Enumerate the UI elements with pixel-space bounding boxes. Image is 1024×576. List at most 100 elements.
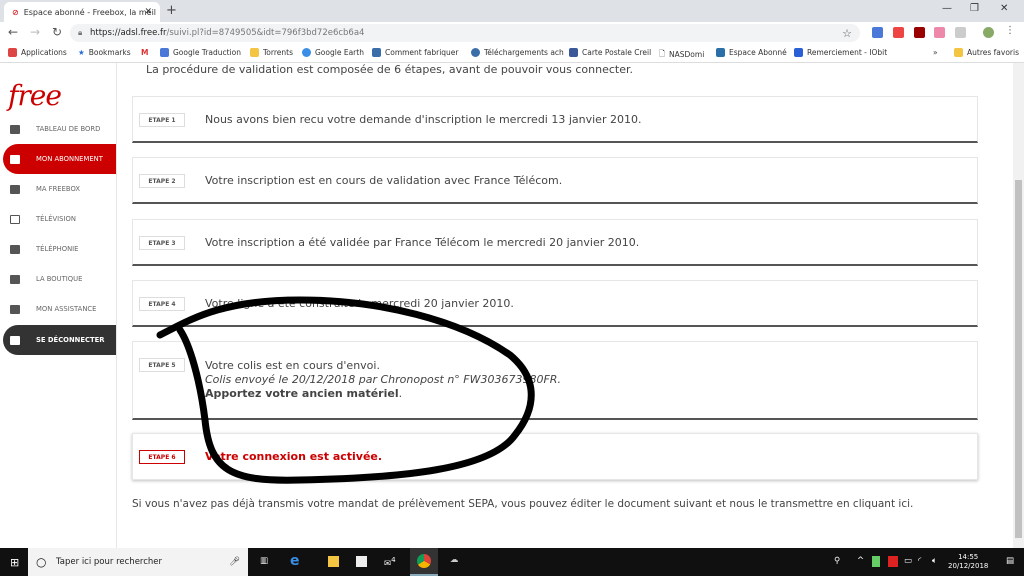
mail-icon[interactable]: ✉4 [384, 555, 396, 569]
bookmark-item[interactable]: Remerciement - IObit [794, 48, 887, 57]
dashboard-icon [10, 124, 20, 134]
sidebar-item-tableau-de-bord[interactable]: TABLEAU DE BORD [3, 114, 116, 144]
taskbar: ⊞ ○ Taper ici pour rechercher 🎤︎ ▥ e ✉4 … [0, 548, 1024, 576]
sidebar-item-mon-abonnement[interactable]: MON ABONNEMENT [3, 144, 116, 174]
apps-icon [8, 48, 17, 57]
sepa-link-text[interactable]: Si vous n'avez pas déjà transmis votre m… [132, 498, 913, 510]
bookmark-item[interactable]: ★ Bookmarks [78, 48, 131, 57]
notifications-icon[interactable]: ▤ [1006, 556, 1014, 566]
bookmark-item[interactable]: Google Earth [302, 48, 364, 57]
extension-icon[interactable] [893, 27, 904, 38]
scrollbar-thumb[interactable] [1015, 180, 1022, 538]
bookmark-item[interactable]: 🗋︎ NASDomi [659, 48, 704, 61]
intro-text: La procédure de validation est composée … [146, 63, 633, 76]
tray-app-icon[interactable] [888, 556, 898, 567]
translate-icon [160, 48, 169, 57]
tray-app-icon[interactable] [872, 556, 880, 567]
sidebar-item-ma-freebox[interactable]: MA FREEBOX [3, 174, 116, 204]
reload-icon[interactable]: ↻ [52, 25, 62, 39]
shipping-detail: Colis envoyé le 20/12/2018 par Chronopos… [205, 373, 561, 386]
step-badge: ETAPE 5 [139, 358, 185, 372]
tray-chevron-icon[interactable]: ^ [857, 556, 864, 566]
people-icon[interactable]: ⚲ [834, 556, 840, 566]
new-tab-button[interactable]: + [166, 3, 177, 18]
chat-icon [10, 304, 20, 314]
store-icon[interactable] [356, 556, 367, 567]
tab-bar: ⊘ Espace abonné - Freebox, la meil ✕ + —… [0, 0, 1024, 22]
avatar[interactable] [983, 27, 994, 38]
page-content: free TABLEAU DE BORD MON ABONNEMENT MA F… [0, 63, 1013, 548]
bookmark-item[interactable]: Applications [8, 48, 67, 57]
bookmark-item[interactable]: M [141, 48, 148, 57]
more-bookmarks-icon[interactable]: » [933, 48, 938, 57]
edge-icon[interactable]: e [290, 553, 300, 569]
app-icon[interactable]: ☁ [450, 555, 459, 565]
sidebar-item-mon-assistance[interactable]: MON ASSISTANCE [3, 294, 116, 324]
step-card: ETAPE 1 Nous avons bien recu votre deman… [132, 96, 978, 143]
microphone-icon[interactable]: 🎤︎ [229, 557, 240, 567]
bookmarks-bar: Applications ★ Bookmarks M Google Traduct… [0, 44, 1024, 63]
file-icon: 🗋︎ [659, 49, 666, 58]
gmail-icon: M [141, 48, 149, 57]
bookmark-item[interactable]: Google Traduction [160, 48, 241, 57]
forward-icon[interactable]: → [30, 25, 40, 39]
volume-icon[interactable]: 🔈︎ [932, 556, 937, 566]
scrollbar[interactable] [1013, 63, 1024, 548]
step-text: Votre inscription est en cours de valida… [205, 174, 563, 187]
bookmark-item[interactable]: Espace Abonné [716, 48, 787, 57]
windows-start-icon[interactable]: ⊞ [10, 556, 19, 569]
sidebar-item-la-boutique[interactable]: LA BOUTIQUE [3, 264, 116, 294]
file-explorer-icon[interactable] [328, 556, 339, 567]
step-card: ETAPE 5 Votre colis est en cours d'envoi… [132, 341, 978, 420]
calendar-extension-icon[interactable] [934, 27, 945, 38]
bookmark-item[interactable]: Torrents [250, 48, 293, 57]
iobit-icon [794, 48, 803, 57]
menu-icon[interactable]: ⋮ [1005, 25, 1015, 36]
translate-extension-icon[interactable] [872, 27, 883, 38]
clock[interactable]: 14:55 20/12/2018 [948, 553, 988, 571]
minimize-icon[interactable]: — [942, 3, 952, 14]
bring-equipment-note: Apportez votre ancien matériel [205, 387, 399, 400]
folder-icon [954, 48, 963, 57]
logout-icon [10, 335, 20, 345]
step-badge: ETAPE 2 [139, 174, 185, 188]
tab-title: Espace abonné - Freebox, la meil [23, 7, 157, 17]
step-badge: ETAPE 4 [139, 297, 185, 311]
network-icon[interactable]: ▭ [904, 556, 912, 566]
sidebar-item-se-deconnecter[interactable]: SE DÉCONNECTER [3, 325, 116, 355]
star-icon: ★ [78, 48, 85, 57]
bookmark-item[interactable]: Carte Postale Creil [569, 48, 651, 57]
chrome-icon[interactable] [410, 548, 438, 576]
close-window-icon[interactable]: ✕ [1000, 3, 1008, 14]
url-input[interactable]: 🔒︎ https://adsl.free.fr/suivi.pl?id=8749… [70, 24, 860, 42]
freebox-icon [10, 184, 20, 194]
step-text: Nous avons bien recu votre demande d'ins… [205, 113, 642, 126]
bookmark-item[interactable]: Téléchargements ach [471, 48, 564, 57]
taskbar-search-input[interactable]: ○ Taper ici pour rechercher 🎤︎ [28, 548, 248, 576]
sidebar-item-telephonie[interactable]: TÉLÉPHONIE [3, 234, 116, 264]
ublock-icon[interactable] [914, 27, 925, 38]
step-text: Votre inscription a été validée par Fran… [205, 236, 640, 249]
phone-icon [10, 244, 20, 254]
star-icon[interactable]: ☆ [842, 27, 852, 40]
step-badge: ETAPE 3 [139, 236, 185, 250]
wifi-icon[interactable]: ◜ [918, 556, 921, 566]
bookmark-item[interactable]: Comment fabriquer [372, 48, 459, 57]
step-badge: ETAPE 6 [139, 450, 185, 464]
task-view-icon[interactable]: ▥ [260, 556, 268, 566]
sidebar-item-television[interactable]: TÉLÉVISION [3, 204, 116, 234]
step-text: Votre ligne a été construite le mercredi… [205, 297, 514, 310]
restore-icon[interactable]: ❐ [970, 3, 979, 14]
step-text: Votre colis est en cours d'envoi. [205, 359, 380, 372]
step-card: ETAPE 2 Votre inscription est en cours d… [132, 157, 978, 204]
lock-icon: 🔒︎ [78, 28, 83, 37]
cart-icon [10, 274, 20, 284]
page-icon [372, 48, 381, 57]
extension-icon[interactable] [955, 27, 966, 38]
other-bookmarks[interactable]: Autres favoris [954, 48, 1019, 57]
eps-icon [716, 48, 725, 57]
close-tab-icon[interactable]: ✕ [144, 7, 152, 17]
tv-icon [10, 214, 20, 224]
back-icon[interactable]: ← [8, 25, 18, 39]
browser-tab[interactable]: ⊘ Espace abonné - Freebox, la meil ✕ [4, 2, 160, 22]
